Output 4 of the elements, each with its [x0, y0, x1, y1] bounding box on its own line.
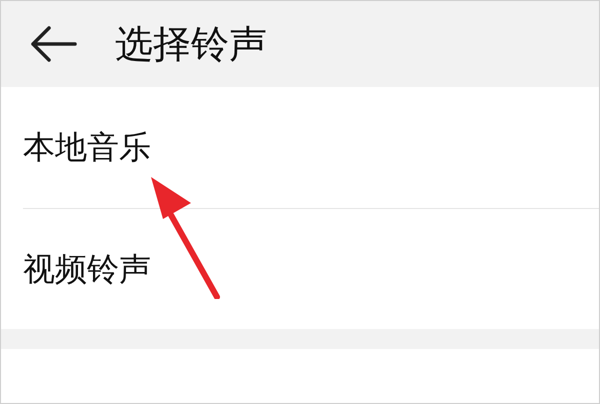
- back-icon[interactable]: [29, 24, 77, 64]
- list-item[interactable]: 视频铃声: [23, 244, 151, 293]
- page-title: 选择铃声: [115, 20, 267, 68]
- list-item[interactable]: 本地音乐: [23, 123, 151, 172]
